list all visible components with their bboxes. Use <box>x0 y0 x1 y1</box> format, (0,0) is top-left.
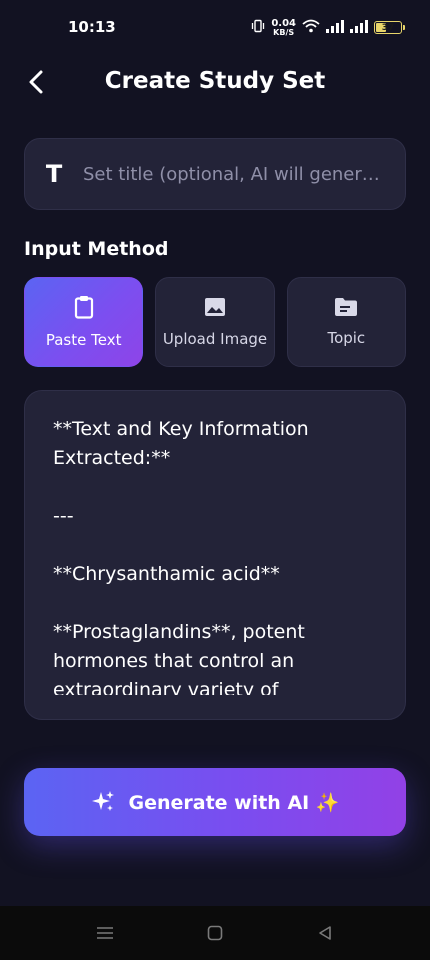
content-textarea[interactable]: **Text and Key Information Extracted:** … <box>53 415 377 695</box>
folder-icon <box>335 298 358 316</box>
method-topic[interactable]: Topic <box>286 277 406 367</box>
wifi-icon <box>302 18 320 37</box>
create-study-set-screen: 10:13 0.04 KB/S 37 Create Study Set T Se… <box>0 0 430 960</box>
clipboard-icon <box>74 296 93 319</box>
signal-icon-2 <box>350 18 368 37</box>
signal-icon <box>326 18 344 37</box>
vibrate-icon <box>251 18 265 37</box>
network-speed: 0.04 KB/S <box>271 17 296 37</box>
generate-with-ai-button[interactable]: Generate with AI ✨ <box>24 768 406 836</box>
sparkles-icon <box>92 791 115 811</box>
image-icon <box>204 298 225 316</box>
system-nav-bar <box>0 906 430 960</box>
battery-icon: 37 <box>374 21 405 34</box>
home-square-icon <box>207 925 223 941</box>
menu-lines-icon <box>97 927 113 939</box>
status-bar: 10:13 0.04 KB/S 37 <box>0 0 430 56</box>
status-time: 10:13 <box>68 18 116 36</box>
page-title: Create Study Set <box>104 68 326 94</box>
input-method-label: Input Method <box>24 238 169 260</box>
status-icons: 0.04 KB/S 37 <box>251 17 405 37</box>
input-method-options: Paste Text Upload Image Topic <box>24 277 406 367</box>
title-input[interactable] <box>83 139 405 209</box>
nav-home-button[interactable] <box>200 918 230 948</box>
header: Create Study Set <box>0 60 430 106</box>
nav-back-button[interactable] <box>310 918 340 948</box>
method-upload-image[interactable]: Upload Image <box>155 277 275 367</box>
title-field[interactable]: T <box>24 138 406 210</box>
nav-recents-button[interactable] <box>90 918 120 948</box>
content-box: **Text and Key Information Extracted:** … <box>24 390 406 720</box>
back-triangle-icon <box>319 926 331 940</box>
generate-button-label: Generate with AI ✨ <box>128 791 340 814</box>
method-paste-text[interactable]: Paste Text <box>24 277 144 367</box>
text-T-icon: T <box>45 160 63 188</box>
